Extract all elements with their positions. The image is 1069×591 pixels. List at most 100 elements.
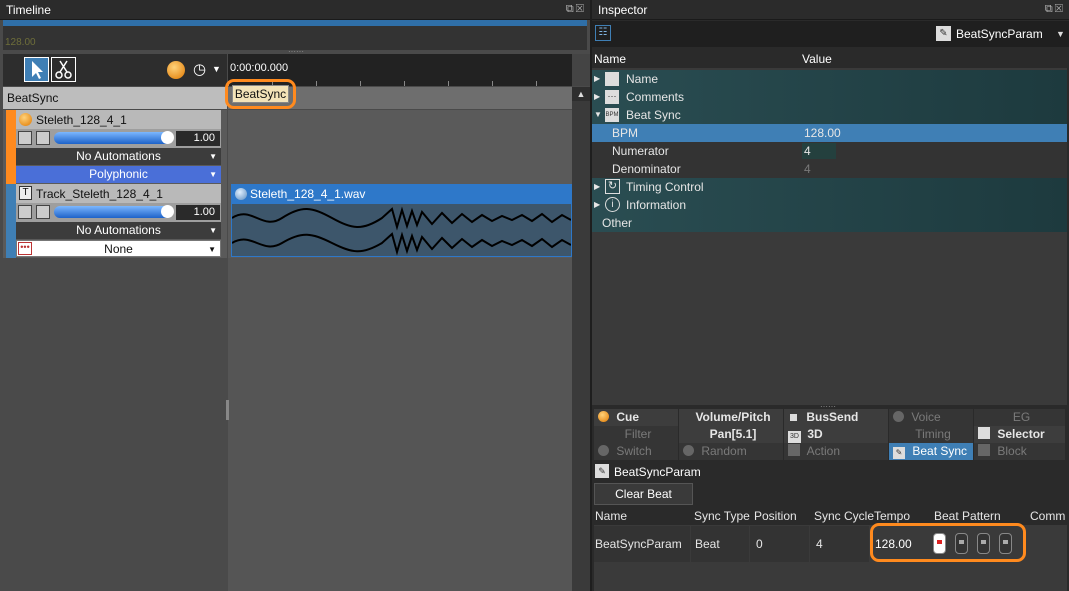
cell-tempo[interactable]: 128.00 — [875, 537, 912, 551]
tab-voice[interactable]: Voice — [889, 409, 973, 426]
vertical-scrollbar[interactable] — [572, 101, 590, 591]
tab-pan[interactable]: Pan[5.1] — [679, 426, 783, 443]
lane-empty-area — [228, 258, 572, 591]
envelope-icon[interactable] — [18, 131, 32, 145]
envelope-icon[interactable] — [18, 205, 32, 219]
prop-label: Denominator — [612, 162, 681, 176]
timeline-toolbar: ◷ ▼ — [3, 54, 227, 86]
automation-label: No Automations — [76, 223, 161, 237]
prop-label: Timing Control — [626, 180, 704, 194]
clear-beat-pattern-button[interactable]: Clear Beat Pattern — [594, 483, 693, 521]
expand-arrow-icon[interactable]: ▶ — [594, 70, 600, 88]
volume-slider[interactable] — [54, 132, 172, 144]
table-row[interactable]: BeatSyncParam Beat 0 4 128.00 — [594, 523, 1067, 562]
tab-selector[interactable]: Selector — [974, 426, 1065, 443]
tab-timing[interactable]: Timing — [889, 426, 973, 443]
list-view-icon[interactable]: ☷ — [595, 25, 611, 41]
volume-slider-knob[interactable] — [161, 205, 174, 218]
cue-icon — [598, 411, 609, 422]
mixer-icon[interactable] — [36, 131, 50, 145]
track-name: Track_Steleth_128_4_1 — [36, 187, 163, 201]
prop-row-information[interactable]: ▶ i Information — [592, 196, 1067, 214]
chevron-down-icon[interactable]: ▼ — [212, 64, 221, 74]
tab-action[interactable]: Action — [784, 443, 888, 460]
mode-label: None — [104, 242, 133, 256]
mixer-icon[interactable] — [36, 205, 50, 219]
tab-block[interactable]: Block — [974, 443, 1065, 460]
beatsync-marker[interactable]: BeatSync — [225, 79, 296, 109]
waveform — [232, 206, 571, 256]
cell-name[interactable]: BeatSyncParam — [594, 526, 690, 562]
track-header-1[interactable]: Steleth_128_4_1 1.00 No Automations ▼ Po… — [3, 110, 227, 184]
grid-header: Name Value — [592, 50, 1067, 68]
cell-sync-cycle[interactable]: 4 — [810, 526, 869, 562]
cell-position[interactable]: 0 — [750, 526, 809, 562]
automation-dropdown[interactable]: No Automations ▼ — [16, 148, 221, 165]
scroll-up-area[interactable] — [572, 54, 590, 86]
tab-3d-positioning[interactable]: 3D 3D Positioning — [784, 426, 888, 458]
prop-row-timing-control[interactable]: ▶ ↻ Timing Control — [592, 178, 1067, 196]
bussend-icon — [790, 414, 797, 421]
chevron-down-icon: ▼ — [209, 226, 217, 235]
chevron-down-icon[interactable]: ▼ — [1056, 29, 1065, 39]
col-header-name: Name — [595, 509, 628, 523]
inspector-window-buttons[interactable]: ⧉☒ — [1045, 3, 1065, 16]
volume-slider-knob[interactable] — [161, 131, 174, 144]
track-name-row: T Track_Steleth_128_4_1 — [16, 184, 221, 203]
tab-eg[interactable]: EG — [974, 409, 1065, 426]
chevron-down-icon: ▼ — [208, 245, 216, 254]
select-tool-button[interactable] — [24, 57, 49, 82]
cut-tool-button[interactable] — [51, 57, 76, 82]
prop-row-other[interactable]: Other — [592, 214, 1067, 232]
automation-dropdown[interactable]: No Automations ▼ — [16, 222, 221, 239]
tab-volume-pitch[interactable]: Volume/Pitch — [679, 409, 783, 426]
track-header-2[interactable]: T Track_Steleth_128_4_1 1.00 No Automati… — [3, 184, 227, 258]
record-button[interactable] — [167, 61, 185, 79]
track-lane-2[interactable]: Steleth_128_4_1.wav — [228, 184, 572, 258]
clock-icon[interactable]: ◷ — [193, 60, 206, 78]
beat-toggle[interactable] — [999, 533, 1012, 554]
col-header-sync-cycle: Sync Cycle — [814, 509, 875, 523]
volume-slider[interactable] — [54, 206, 172, 218]
mode-dropdown[interactable]: Polyphonic ▼ — [16, 166, 221, 183]
tempo-overview[interactable]: 128.00 — [3, 20, 587, 50]
expand-arrow-icon[interactable]: ▶ — [594, 196, 600, 214]
voice-icon — [893, 411, 904, 422]
expand-arrow-icon[interactable]: ▶ — [594, 88, 600, 106]
volume-value[interactable]: 1.00 — [176, 205, 220, 220]
cell-sync-type[interactable]: Beat — [691, 526, 749, 562]
beat-toggle-accent[interactable] — [933, 533, 946, 554]
vscroll-up-arrow[interactable]: ▲ — [572, 87, 590, 101]
beat-toggle[interactable] — [977, 533, 990, 554]
prop-row-comments[interactable]: ▶ ⋯ Comments — [592, 88, 1067, 106]
prop-row-name[interactable]: ▶ Name — [592, 70, 1067, 88]
tab-bussend[interactable]: BusSend — [784, 409, 888, 426]
timeline-window-buttons[interactable]: ⧉☒ — [566, 3, 586, 16]
tab-cue[interactable]: Cue — [594, 409, 678, 426]
automation-label: No Automations — [76, 149, 161, 163]
beat-pattern[interactable] — [933, 533, 1021, 555]
prop-row-denominator[interactable]: Denominator 4 — [592, 160, 1067, 178]
tab-switch[interactable]: Switch — [594, 443, 678, 460]
mode-dropdown[interactable]: ••• None ▼ — [16, 240, 221, 257]
tab-random[interactable]: Random — [679, 443, 783, 460]
tab-beat-sync[interactable]: ✎ Beat Sync — [889, 443, 973, 460]
track-color-strip — [6, 184, 16, 258]
tab-filter[interactable]: Filter — [594, 426, 678, 443]
col-header-position: Position — [754, 509, 797, 523]
beat-toggle[interactable] — [955, 533, 968, 554]
prop-row-bpm[interactable]: BPM 128.00 — [592, 124, 1067, 142]
expand-arrow-icon[interactable]: ▶ — [594, 178, 600, 196]
inspector-title: Inspector — [598, 3, 648, 17]
bpm-value[interactable]: 128.00 — [804, 124, 841, 142]
audio-clip[interactable]: Steleth_128_4_1.wav — [231, 184, 572, 257]
track-lane-1[interactable] — [228, 110, 572, 184]
col-header-tempo: Tempo — [874, 509, 911, 523]
collapse-arrow-icon[interactable]: ▼ — [594, 106, 602, 124]
splitter-handle[interactable] — [226, 400, 229, 420]
numerator-value[interactable]: 4 — [804, 142, 811, 160]
clip-name: Steleth_128_4_1.wav — [250, 187, 366, 201]
volume-value[interactable]: 1.00 — [176, 131, 220, 146]
prop-row-beat-sync[interactable]: ▼ BPM Beat Sync — [592, 106, 1067, 124]
prop-row-numerator[interactable]: Numerator 4 — [592, 142, 1067, 160]
